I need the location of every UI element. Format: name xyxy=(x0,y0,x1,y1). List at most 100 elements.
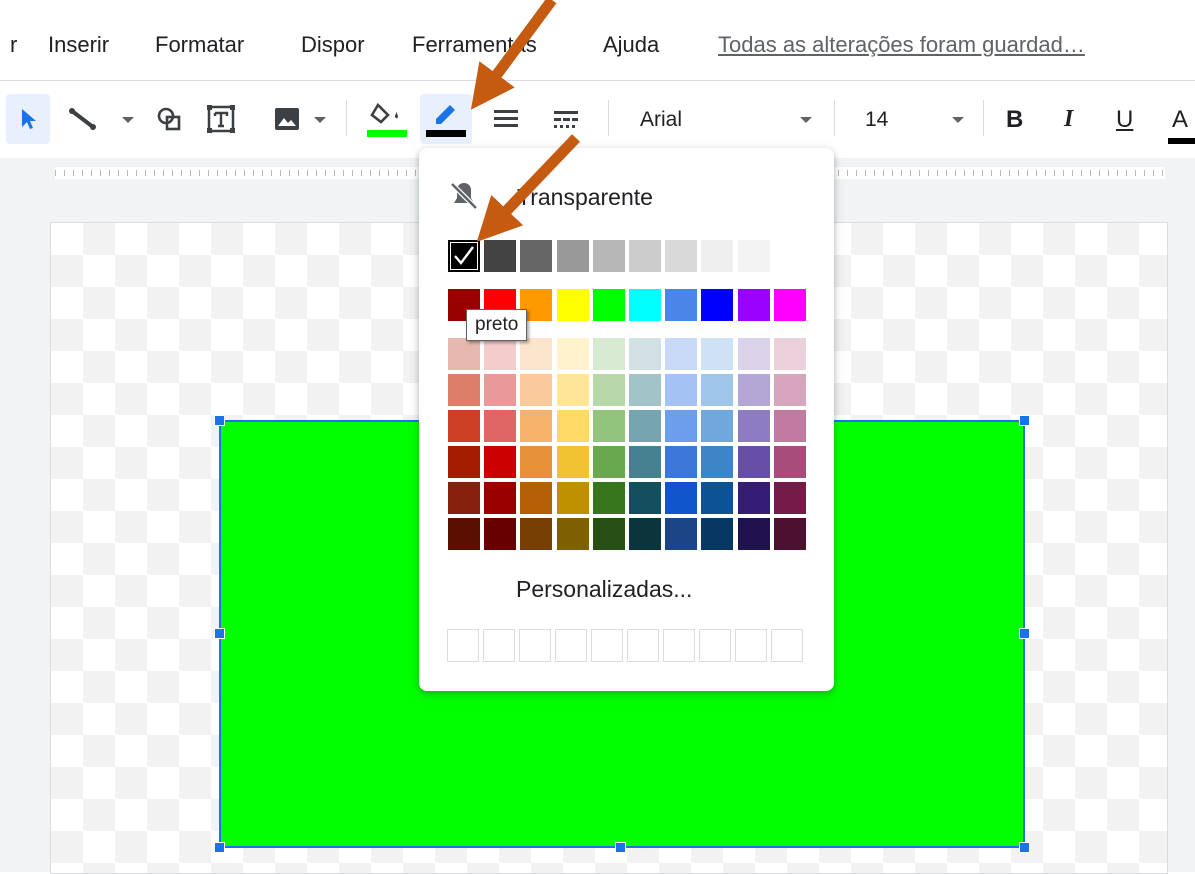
color-swatch[interactable] xyxy=(520,482,553,514)
color-swatch[interactable] xyxy=(448,410,480,442)
custom-color-slot[interactable] xyxy=(447,629,479,662)
custom-color-slot[interactable] xyxy=(663,629,695,662)
color-swatch[interactable] xyxy=(701,240,734,272)
color-swatch[interactable] xyxy=(484,410,517,442)
image-dropdown-chevron-icon[interactable] xyxy=(314,117,326,123)
color-swatch[interactable] xyxy=(737,482,770,514)
color-swatch[interactable] xyxy=(520,446,553,478)
color-swatch[interactable] xyxy=(484,374,517,406)
color-swatch[interactable] xyxy=(592,446,625,478)
color-swatch[interactable] xyxy=(592,374,625,406)
color-swatch[interactable] xyxy=(773,446,806,478)
transparent-label[interactable]: Transparente xyxy=(517,184,653,211)
font-size-select[interactable]: 14 xyxy=(865,108,888,132)
color-swatch[interactable] xyxy=(737,410,770,442)
color-swatch[interactable] xyxy=(448,446,480,478)
color-swatch[interactable] xyxy=(556,374,589,406)
color-swatch[interactable] xyxy=(773,410,806,442)
color-swatch[interactable] xyxy=(701,518,734,550)
menu-item-inserir[interactable]: Inserir xyxy=(48,32,109,58)
transparent-option[interactable] xyxy=(446,176,482,216)
color-swatch[interactable] xyxy=(737,289,770,321)
color-swatch[interactable] xyxy=(665,518,698,550)
color-swatch[interactable] xyxy=(773,374,806,406)
select-button[interactable] xyxy=(6,94,50,144)
color-swatch[interactable] xyxy=(556,240,589,272)
color-swatch[interactable] xyxy=(701,374,734,406)
color-swatch[interactable] xyxy=(448,518,480,550)
color-swatch[interactable] xyxy=(629,289,661,321)
color-swatch[interactable] xyxy=(665,410,698,442)
font-dropdown-chevron-icon[interactable] xyxy=(800,117,812,123)
color-swatch[interactable] xyxy=(737,240,770,272)
custom-colors-label[interactable]: Personalizadas... xyxy=(516,576,692,603)
color-swatch[interactable] xyxy=(556,410,589,442)
color-swatch[interactable] xyxy=(629,446,661,478)
text-box-button[interactable] xyxy=(200,94,242,144)
custom-color-slot[interactable] xyxy=(627,629,659,662)
color-swatch[interactable] xyxy=(773,289,806,321)
color-swatch[interactable] xyxy=(701,410,734,442)
color-swatch[interactable] xyxy=(448,240,480,272)
color-swatch[interactable] xyxy=(737,338,770,370)
color-swatch[interactable] xyxy=(484,446,517,478)
color-swatch[interactable] xyxy=(773,338,806,370)
menu-item-partial[interactable]: r xyxy=(10,32,17,58)
color-swatch[interactable] xyxy=(773,240,806,272)
color-swatch[interactable] xyxy=(665,338,698,370)
color-swatch[interactable] xyxy=(629,482,661,514)
color-swatch[interactable] xyxy=(665,374,698,406)
color-swatch[interactable] xyxy=(592,289,625,321)
custom-color-slot[interactable] xyxy=(519,629,551,662)
color-swatch[interactable] xyxy=(592,518,625,550)
custom-color-slot[interactable] xyxy=(483,629,515,662)
color-swatch[interactable] xyxy=(665,446,698,478)
resize-handle-right[interactable] xyxy=(1019,628,1030,639)
menu-item-ajuda[interactable]: Ajuda xyxy=(603,32,659,58)
color-swatch[interactable] xyxy=(629,374,661,406)
color-swatch[interactable] xyxy=(592,410,625,442)
color-swatch[interactable] xyxy=(592,240,625,272)
custom-color-slot[interactable] xyxy=(555,629,587,662)
color-swatch[interactable] xyxy=(520,240,553,272)
color-swatch[interactable] xyxy=(737,374,770,406)
color-swatch[interactable] xyxy=(629,518,661,550)
color-swatch[interactable] xyxy=(773,482,806,514)
color-swatch[interactable] xyxy=(484,482,517,514)
line-button[interactable] xyxy=(62,94,104,144)
color-swatch[interactable] xyxy=(448,482,480,514)
color-swatch[interactable] xyxy=(701,446,734,478)
color-swatch[interactable] xyxy=(556,446,589,478)
color-swatch[interactable] xyxy=(665,289,698,321)
custom-color-slot[interactable] xyxy=(771,629,803,662)
color-swatch[interactable] xyxy=(701,482,734,514)
resize-handle-bottom-right[interactable] xyxy=(1019,842,1030,853)
italic-button[interactable]: I xyxy=(1064,106,1073,133)
image-button[interactable] xyxy=(266,94,308,144)
font-family-select[interactable]: Arial xyxy=(640,108,682,132)
bold-button[interactable]: B xyxy=(1006,106,1023,134)
custom-color-slot[interactable] xyxy=(591,629,623,662)
resize-handle-bottom[interactable] xyxy=(615,842,626,853)
color-swatch[interactable] xyxy=(629,338,661,370)
border-color-button[interactable] xyxy=(420,94,472,144)
color-swatch[interactable] xyxy=(701,289,734,321)
border-dash-button[interactable] xyxy=(544,94,588,144)
menu-item-dispor[interactable]: Dispor xyxy=(301,32,365,58)
color-swatch[interactable] xyxy=(773,518,806,550)
color-swatch[interactable] xyxy=(737,518,770,550)
color-swatch[interactable] xyxy=(592,482,625,514)
custom-color-slot[interactable] xyxy=(735,629,767,662)
border-weight-button[interactable] xyxy=(486,94,526,144)
underline-button[interactable]: U xyxy=(1116,106,1133,134)
color-swatch[interactable] xyxy=(701,338,734,370)
color-swatch[interactable] xyxy=(592,338,625,370)
resize-handle-bottom-left[interactable] xyxy=(214,842,225,853)
resize-handle-left[interactable] xyxy=(214,628,225,639)
save-status-link[interactable]: Todas as alterações foram guardad… xyxy=(718,32,1085,58)
color-swatch[interactable] xyxy=(556,338,589,370)
color-swatch[interactable] xyxy=(484,240,517,272)
color-swatch[interactable] xyxy=(448,374,480,406)
color-swatch[interactable] xyxy=(629,240,661,272)
resize-handle-top-right[interactable] xyxy=(1019,415,1030,426)
